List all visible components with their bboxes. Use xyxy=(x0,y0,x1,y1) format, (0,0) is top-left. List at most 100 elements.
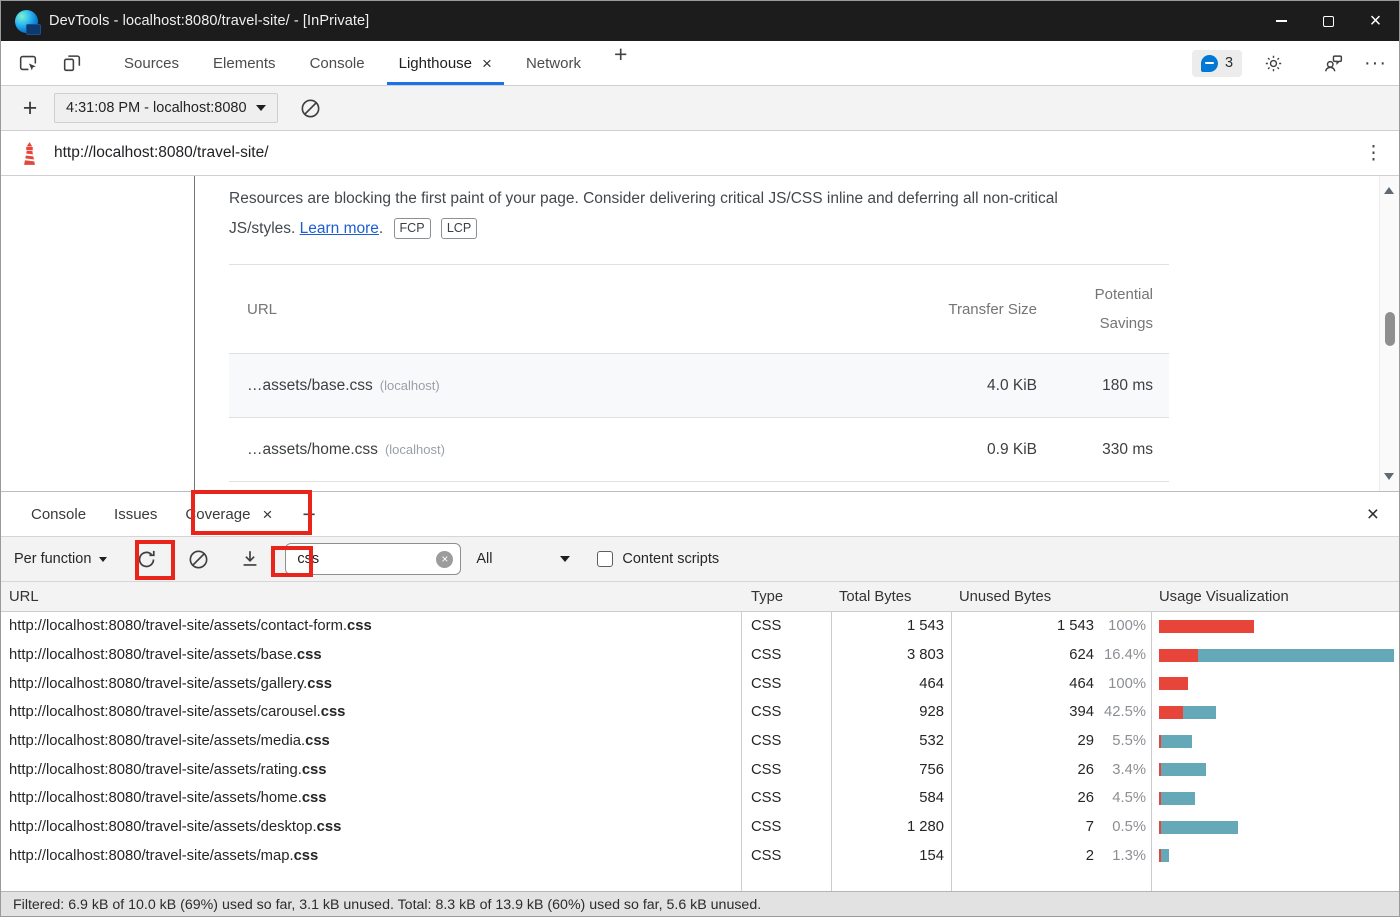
coverage-table-row[interactable]: http://localhost:8080/travel-site/assets… xyxy=(1,612,1399,641)
tab-lighthouse[interactable]: Lighthouse × xyxy=(382,41,509,85)
coverage-unused-bytes-cell: 62416.4% xyxy=(951,647,1151,663)
coverage-table-body: http://localhost:8080/travel-site/assets… xyxy=(1,612,1399,870)
coverage-url-cell: http://localhost:8080/travel-site/assets… xyxy=(1,647,741,663)
audit-table-row[interactable]: …assets/home.css(localhost) 0.9 KiB 330 … xyxy=(229,418,1169,482)
tab-network[interactable]: Network xyxy=(509,41,598,85)
gear-icon xyxy=(1263,53,1284,74)
coverage-total-bytes-cell: 928 xyxy=(831,704,951,720)
chevron-down-icon xyxy=(99,557,107,562)
audited-url: http://localhost:8080/travel-site/ xyxy=(54,144,269,162)
maximize-button[interactable] xyxy=(1305,1,1352,41)
add-panel-button[interactable]: + xyxy=(614,41,627,85)
audit-table-header: URL Transfer Size Potential Savings xyxy=(229,265,1169,354)
unused-bar-segment xyxy=(1159,677,1188,690)
settings-button[interactable] xyxy=(1258,48,1288,78)
coverage-mode-dropdown[interactable]: Per function xyxy=(14,551,107,567)
coverage-table-row[interactable]: http://localhost:8080/travel-site/assets… xyxy=(1,727,1399,756)
feedback-button[interactable] xyxy=(1318,48,1348,78)
url-filter-input[interactable] xyxy=(295,550,436,568)
fcp-chip: FCP xyxy=(394,218,431,239)
content-scripts-checkbox[interactable] xyxy=(597,551,613,567)
scroll-down-arrow-icon[interactable] xyxy=(1384,473,1394,480)
close-drawer-icon[interactable]: × xyxy=(1367,504,1379,525)
lighthouse-icon xyxy=(19,141,40,166)
type-column-header[interactable]: Type xyxy=(741,589,831,605)
type-filter-dropdown[interactable]: All xyxy=(476,551,574,567)
unused-bar-segment xyxy=(1159,620,1254,633)
issues-counter-button[interactable]: 3 xyxy=(1192,50,1242,77)
tab-sources[interactable]: Sources xyxy=(107,41,196,85)
total-bytes-column-header[interactable]: Total Bytes xyxy=(831,589,951,605)
vertical-scrollbar[interactable] xyxy=(1379,176,1399,491)
inspect-icon xyxy=(17,52,39,74)
report-selector-dropdown[interactable]: 4:31:08 PM - localhost:8080 xyxy=(54,93,278,123)
inspect-element-button[interactable] xyxy=(13,48,43,78)
unused-bytes-column-header[interactable]: Unused Bytes xyxy=(951,589,1151,605)
drawer-tab-issues[interactable]: Issues xyxy=(100,492,171,536)
coverage-type-cell: CSS xyxy=(741,790,831,806)
coverage-unused-bytes-cell: 70.5% xyxy=(951,819,1151,835)
potential-savings-value: 180 ms xyxy=(1053,371,1169,400)
coverage-total-bytes-cell: 3 803 xyxy=(831,647,951,663)
window-controls: × xyxy=(1258,1,1399,41)
close-button[interactable]: × xyxy=(1352,1,1399,41)
coverage-table-row[interactable]: http://localhost:8080/travel-site/assets… xyxy=(1,698,1399,727)
url-column-header[interactable]: URL xyxy=(1,589,741,605)
coverage-total-bytes-cell: 532 xyxy=(831,733,951,749)
coverage-status-bar: Filtered: 6.9 kB of 10.0 kB (69%) used s… xyxy=(1,891,1399,917)
coverage-url-cell: http://localhost:8080/travel-site/assets… xyxy=(1,762,741,778)
close-coverage-tab-icon[interactable]: × xyxy=(262,506,272,523)
close-lighthouse-tab-icon[interactable]: × xyxy=(482,55,492,72)
coverage-url-cell: http://localhost:8080/travel-site/assets… xyxy=(1,790,741,806)
add-drawer-tab-button[interactable]: + xyxy=(302,501,315,528)
audit-table-row[interactable]: …assets/base.css(localhost) 4.0 KiB 180 … xyxy=(229,354,1169,418)
coverage-table-row[interactable]: http://localhost:8080/travel-site/assets… xyxy=(1,641,1399,670)
scrollbar-thumb[interactable] xyxy=(1385,312,1395,346)
drawer-tab-coverage[interactable]: Coverage × xyxy=(171,492,286,536)
clear-reports-button[interactable] xyxy=(296,93,326,123)
reload-coverage-button[interactable] xyxy=(131,544,161,574)
tab-console[interactable]: Console xyxy=(293,41,382,85)
usage-visualization-column-header[interactable]: Usage Visualization xyxy=(1151,589,1399,605)
block-icon xyxy=(187,548,210,571)
coverage-usage-bar xyxy=(1151,735,1399,748)
clear-filter-icon[interactable]: × xyxy=(436,551,453,568)
coverage-table-row[interactable]: http://localhost:8080/travel-site/assets… xyxy=(1,784,1399,813)
feedback-icon xyxy=(1322,52,1344,74)
coverage-table-row[interactable]: http://localhost:8080/travel-site/assets… xyxy=(1,755,1399,784)
coverage-type-cell: CSS xyxy=(741,848,831,864)
lighthouse-toolbar: + 4:31:08 PM - localhost:8080 xyxy=(1,86,1399,131)
coverage-unused-bytes-cell: 295.5% xyxy=(951,733,1151,749)
coverage-unused-bytes-cell: 21.3% xyxy=(951,848,1151,864)
unused-bar-segment xyxy=(1159,706,1183,719)
transfer-size-value: 0.9 KiB xyxy=(937,435,1037,464)
used-bar-segment xyxy=(1198,649,1394,662)
coverage-table-row[interactable]: http://localhost:8080/travel-site/assets… xyxy=(1,842,1399,871)
export-coverage-button[interactable] xyxy=(235,544,265,574)
used-bar-segment xyxy=(1161,849,1170,862)
clear-coverage-button[interactable] xyxy=(183,544,213,574)
learn-more-link[interactable]: Learn more xyxy=(300,220,379,237)
coverage-total-bytes-cell: 584 xyxy=(831,790,951,806)
close-icon: × xyxy=(1370,11,1382,31)
new-audit-button[interactable]: + xyxy=(15,96,45,121)
minimize-icon xyxy=(1276,20,1287,22)
lcp-chip: LCP xyxy=(441,218,477,239)
coverage-type-cell: CSS xyxy=(741,647,831,663)
kebab-menu-icon[interactable]: ⋮ xyxy=(1364,142,1383,165)
download-icon xyxy=(239,548,261,570)
scroll-up-arrow-icon[interactable] xyxy=(1384,187,1394,194)
column-divider xyxy=(951,582,952,891)
tab-elements[interactable]: Elements xyxy=(196,41,293,85)
coverage-usage-bar xyxy=(1151,620,1399,633)
coverage-table-row[interactable]: http://localhost:8080/travel-site/assets… xyxy=(1,669,1399,698)
chevron-down-icon xyxy=(560,556,570,562)
minimize-button[interactable] xyxy=(1258,1,1305,41)
unused-bar-segment xyxy=(1159,649,1198,662)
coverage-table-row[interactable]: http://localhost:8080/travel-site/assets… xyxy=(1,813,1399,842)
drawer-tab-console[interactable]: Console xyxy=(17,492,100,536)
tabbar-actions: 3 ··· xyxy=(1192,48,1387,78)
device-toolbar-button[interactable] xyxy=(57,48,87,78)
coverage-usage-bar xyxy=(1151,849,1399,862)
more-options-button[interactable]: ··· xyxy=(1364,53,1387,73)
